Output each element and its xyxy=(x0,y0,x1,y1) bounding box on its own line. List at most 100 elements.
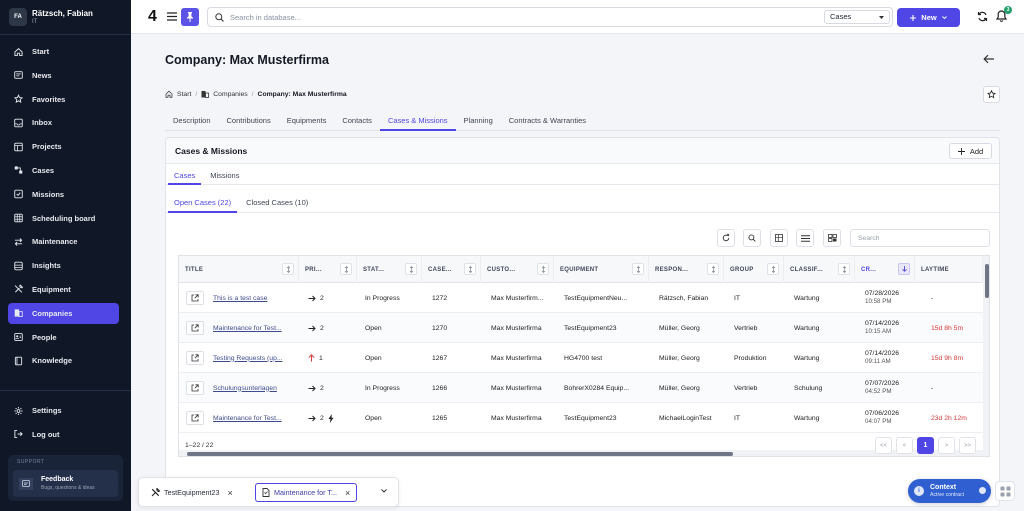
sort-icon[interactable] xyxy=(405,263,417,275)
sort-icon[interactable] xyxy=(707,263,719,275)
sidebar-item-inbox[interactable]: Inbox xyxy=(8,112,119,133)
column-header-group[interactable]: GROUP xyxy=(724,256,784,283)
column-header-responsible[interactable]: RESPON... xyxy=(649,256,724,283)
tab-cases[interactable]: Cases xyxy=(168,168,202,185)
columns-button[interactable] xyxy=(796,229,814,247)
tab-contributions[interactable]: Contributions xyxy=(219,112,279,131)
new-button[interactable]: New xyxy=(897,8,960,27)
tab-contacts[interactable]: Contacts xyxy=(334,112,380,131)
tab-closed-cases[interactable]: Closed Cases (10) xyxy=(240,194,314,213)
vertical-scroll-thumb[interactable] xyxy=(984,264,989,298)
sidebar-item-people[interactable]: People xyxy=(8,327,119,348)
sort-icon[interactable] xyxy=(767,263,779,275)
open-in-new-icon[interactable] xyxy=(186,291,204,305)
table-row[interactable]: Schulungsunterlagen 2 In Progress 1266 Max M… xyxy=(179,373,983,403)
menu-icon[interactable] xyxy=(167,12,177,21)
dock-item-maintenance[interactable]: Maintenance for T... × xyxy=(255,483,358,502)
last-page-button[interactable]: >> xyxy=(959,437,976,454)
column-header-customer[interactable]: CUSTO... xyxy=(481,256,554,283)
case-title-link[interactable]: This is a test case xyxy=(213,295,293,302)
sidebar-item-projects[interactable]: Projects xyxy=(8,136,119,157)
sort-icon[interactable] xyxy=(632,263,644,275)
tab-cases-missions[interactable]: Cases & Missions xyxy=(379,112,456,131)
table-row[interactable]: Maintenance for Test... 2 Open 1270 Max Must… xyxy=(179,313,983,343)
case-title-link[interactable]: Maintenance for Test... xyxy=(213,325,293,332)
table-row[interactable]: This is a test case 2 In Progress 1272 Max M… xyxy=(179,283,983,313)
tab-description[interactable]: Description xyxy=(165,112,219,131)
export-button[interactable] xyxy=(770,229,788,247)
chevron-down-icon[interactable] xyxy=(381,489,387,493)
column-header-title[interactable]: TITLE xyxy=(179,256,299,283)
column-header-date[interactable]: CR... xyxy=(855,256,915,283)
sidebar-item-settings[interactable]: Settings xyxy=(8,400,119,421)
horizontal-scrollbar[interactable] xyxy=(179,450,983,456)
open-in-new-icon[interactable] xyxy=(186,411,204,425)
sort-icon[interactable] xyxy=(464,263,476,275)
table-row[interactable]: Maintenance for Test... 2 Open 1265 Max Must… xyxy=(179,403,983,433)
favorite-button[interactable] xyxy=(983,86,1000,103)
sidebar-item-favorites[interactable]: Favorites xyxy=(8,89,119,110)
sort-icon[interactable] xyxy=(838,263,850,275)
open-in-new-icon[interactable] xyxy=(186,351,204,365)
user-profile[interactable]: FA Rätzsch, Fabian IT xyxy=(9,8,93,26)
tab-missions[interactable]: Missions xyxy=(204,168,245,185)
zoom-button[interactable] xyxy=(743,229,761,247)
sidebar-item-news[interactable]: News xyxy=(8,65,119,86)
column-header-prio[interactable]: PRI... xyxy=(299,256,357,283)
back-arrow-icon[interactable] xyxy=(983,54,995,64)
sidebar-item-equipment[interactable]: Equipment xyxy=(8,279,119,300)
horizontal-scroll-thumb[interactable] xyxy=(187,452,733,456)
prev-page-button[interactable]: < xyxy=(896,437,913,454)
sidebar-item-cases[interactable]: Cases xyxy=(8,160,119,181)
dock-item-equipment[interactable]: TestEquipment23 × xyxy=(145,483,239,502)
add-button[interactable]: Add xyxy=(949,143,992,159)
apps-button[interactable] xyxy=(995,481,1015,501)
context-button[interactable]: i Context Active contract xyxy=(908,479,991,503)
first-page-button[interactable]: << xyxy=(875,437,892,454)
sort-icon[interactable] xyxy=(537,263,549,275)
column-header-equipment[interactable]: EQUIPMENT xyxy=(554,256,649,283)
sidebar-item-companies[interactable]: Companies xyxy=(8,302,119,324)
page-button-current[interactable]: 1 xyxy=(917,437,934,454)
column-header-class[interactable]: CLASSIF... xyxy=(784,256,855,283)
open-in-new-icon[interactable] xyxy=(186,381,204,395)
column-header-laytime[interactable]: LAYTIME xyxy=(915,256,983,283)
sort-descending-icon[interactable] xyxy=(898,263,910,275)
sort-icon[interactable] xyxy=(282,263,294,275)
close-icon[interactable]: × xyxy=(228,488,233,498)
tab-open-cases[interactable]: Open Cases (22) xyxy=(168,194,238,213)
tab-contracts-warranties[interactable]: Contracts & Warranties xyxy=(501,112,594,131)
column-header-label: RESPON... xyxy=(655,266,689,273)
app-logo[interactable]: 4 xyxy=(148,9,157,25)
sidebar-item-start[interactable]: Start xyxy=(8,41,119,62)
refresh-button[interactable] xyxy=(717,229,735,247)
column-header-case[interactable]: CASE... xyxy=(422,256,481,283)
column-header-status[interactable]: STAT... xyxy=(357,256,422,283)
layout-button[interactable] xyxy=(823,229,841,247)
pin-button[interactable] xyxy=(181,8,199,26)
sidebar-item-missions[interactable]: Missions xyxy=(8,184,119,205)
case-title-link[interactable]: Testing Requests (up... xyxy=(213,355,293,362)
sidebar-item-knowledge[interactable]: Knowledge xyxy=(8,350,119,371)
sidebar-item-log-out[interactable]: Log out xyxy=(8,424,119,445)
search-scope-select[interactable]: Cases xyxy=(824,10,890,24)
next-page-button[interactable]: > xyxy=(938,437,955,454)
tab-planning[interactable]: Planning xyxy=(456,112,501,131)
feedback-button[interactable]: Feedback Bugs, questions & ideas xyxy=(13,470,118,497)
case-title-link[interactable]: Schulungsunterlagen xyxy=(213,385,293,392)
grid-search-input[interactable] xyxy=(858,233,983,244)
sidebar-item-insights[interactable]: Insights xyxy=(8,255,119,276)
breadcrumb-start[interactable]: Start xyxy=(177,91,191,98)
sync-icon[interactable] xyxy=(977,11,988,22)
sort-icon[interactable] xyxy=(340,263,352,275)
table-row[interactable]: Testing Requests (up... 1 Open 1267 Max Must… xyxy=(179,343,983,373)
case-title-link[interactable]: Maintenance for Test... xyxy=(213,415,293,422)
close-icon[interactable]: × xyxy=(345,488,350,498)
tab-equipments[interactable]: Equipments xyxy=(279,112,335,131)
search-input[interactable] xyxy=(230,11,790,23)
sidebar-item-maintenance[interactable]: Maintenance xyxy=(8,231,119,252)
open-in-new-icon[interactable] xyxy=(186,321,204,335)
vertical-scrollbar[interactable] xyxy=(983,256,989,456)
breadcrumb-companies[interactable]: Companies xyxy=(213,91,247,98)
sidebar-item-scheduling-board[interactable]: Scheduling board xyxy=(8,208,119,229)
